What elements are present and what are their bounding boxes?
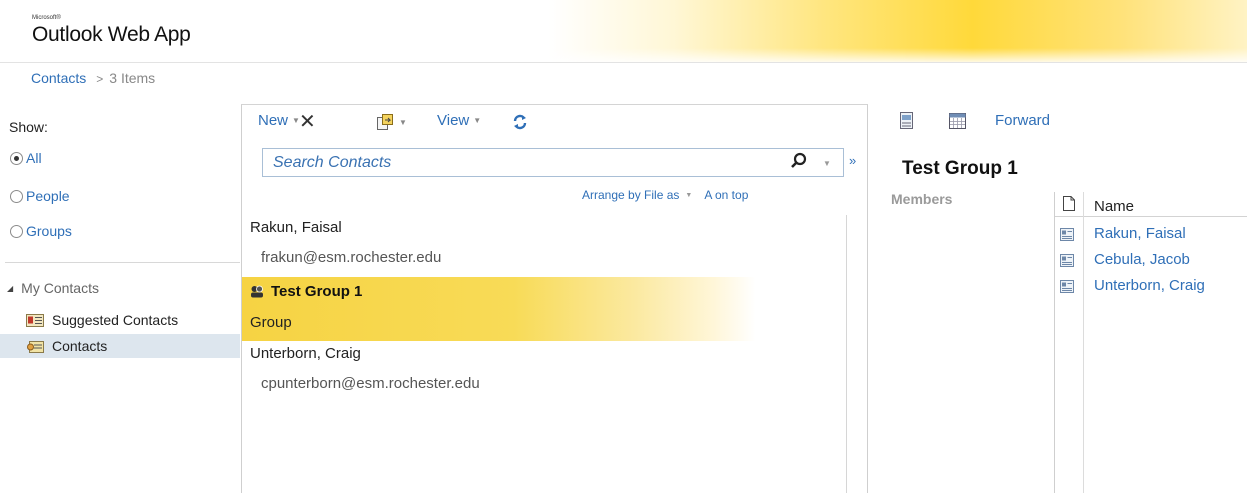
breadcrumb-folder-link[interactable]: Contacts — [31, 70, 86, 86]
move-to-folder-icon[interactable] — [377, 114, 395, 130]
filter-all-radio[interactable] — [10, 151, 23, 165]
list-scrollbar[interactable] — [846, 215, 847, 493]
view-dropdown-arrow-icon[interactable]: ▼ — [473, 116, 481, 125]
contact-type: Group — [250, 314, 292, 331]
contact-name: Rakun, Faisal — [250, 219, 342, 236]
contact-row[interactable]: Unterborn, Craig cpunterborn@esm.rochest… — [242, 341, 846, 403]
brand-microsoft-label: Microsoft® — [32, 15, 61, 21]
contact-name: Unterborn, Craig — [250, 345, 361, 362]
arrange-bar: Arrange by File as ▼ A on top — [582, 188, 748, 202]
breadcrumb: Contacts >3 Items — [31, 70, 155, 86]
expand-search-chevron-icon[interactable]: » — [849, 153, 856, 168]
forward-button[interactable]: Forward — [995, 112, 1050, 129]
folder-contacts-label: Contacts — [52, 338, 108, 354]
folder-contacts[interactable]: Contacts — [0, 334, 240, 358]
filter-groups-label[interactable]: Groups — [26, 223, 72, 239]
name-column-header[interactable]: Name — [1094, 198, 1134, 215]
contact-card-icon — [1060, 228, 1074, 241]
members-label: Members — [891, 191, 953, 207]
show-filter-label: Show: — [9, 119, 48, 135]
contacts-folder-icon — [27, 340, 44, 353]
suggested-contacts-icon — [26, 313, 44, 327]
new-button[interactable]: New ▼ — [258, 112, 300, 129]
item-count: 3 Items — [109, 70, 156, 86]
search-icon[interactable] — [790, 152, 808, 175]
filter-all-option[interactable]: All — [10, 150, 42, 166]
member-row[interactable]: Rakun, Faisal — [1055, 223, 1240, 247]
contact-card-icon — [1060, 280, 1074, 293]
refresh-icon[interactable] — [512, 114, 528, 135]
breadcrumb-separator: > — [96, 72, 104, 86]
contact-email: frakun@esm.rochester.edu — [261, 249, 442, 266]
header-divider — [0, 62, 1247, 63]
delete-icon[interactable]: ✕ — [299, 110, 316, 134]
my-contacts-section[interactable]: ◢ My Contacts — [7, 280, 99, 296]
view-button-label[interactable]: View — [437, 112, 469, 129]
filter-all-label[interactable]: All — [26, 150, 42, 166]
contact-row[interactable]: Rakun, Faisal frakun@esm.rochester.edu — [242, 214, 846, 276]
contact-card-icon — [1060, 254, 1074, 267]
filter-people-option[interactable]: People — [10, 188, 70, 204]
search-box[interactable] — [262, 148, 844, 177]
folder-suggested-contacts-label: Suggested Contacts — [52, 312, 179, 328]
search-input[interactable] — [273, 154, 743, 172]
member-row[interactable]: Unterborn, Craig — [1055, 275, 1240, 299]
group-icon — [251, 285, 263, 298]
search-options-dropdown-icon[interactable]: ▼ — [823, 159, 831, 168]
app-title: Outlook Web App — [32, 23, 191, 46]
contact-name-row: Test Group 1 — [250, 283, 362, 300]
calendar-icon[interactable] — [949, 113, 966, 134]
edit-contact-icon[interactable] — [899, 112, 915, 135]
new-button-label[interactable]: New — [258, 112, 288, 129]
my-contacts-label: My Contacts — [21, 280, 99, 296]
group-title: Test Group 1 — [902, 158, 1018, 179]
move-button[interactable]: ▼ — [377, 114, 407, 130]
nav-divider — [5, 262, 240, 263]
contact-name: Test Group 1 — [271, 283, 363, 300]
move-dropdown-arrow-icon[interactable]: ▼ — [399, 118, 407, 127]
arrange-by-button[interactable]: Arrange by File as — [582, 188, 679, 202]
contact-email: cpunterborn@esm.rochester.edu — [261, 375, 480, 392]
arrange-dropdown-arrow-icon[interactable]: ▼ — [685, 192, 692, 199]
filter-groups-radio[interactable] — [10, 224, 23, 238]
item-type-column-icon[interactable] — [1063, 196, 1075, 216]
view-button[interactable]: View ▼ — [437, 112, 481, 129]
filter-people-label[interactable]: People — [26, 188, 70, 204]
sort-order-button[interactable]: A on top — [704, 188, 748, 202]
collapse-triangle-icon[interactable]: ◢ — [7, 284, 13, 293]
folder-suggested-contacts[interactable]: Suggested Contacts — [0, 308, 240, 332]
member-row[interactable]: Cebula, Jacob — [1055, 249, 1240, 273]
member-name-link[interactable]: Cebula, Jacob — [1094, 251, 1190, 268]
member-name-link[interactable]: Unterborn, Craig — [1094, 277, 1205, 294]
filter-people-radio[interactable] — [10, 189, 23, 203]
contact-row-selected[interactable]: Test Group 1 Group — [242, 277, 846, 341]
member-name-link[interactable]: Rakun, Faisal — [1094, 225, 1186, 242]
filter-groups-option[interactable]: Groups — [10, 223, 72, 239]
